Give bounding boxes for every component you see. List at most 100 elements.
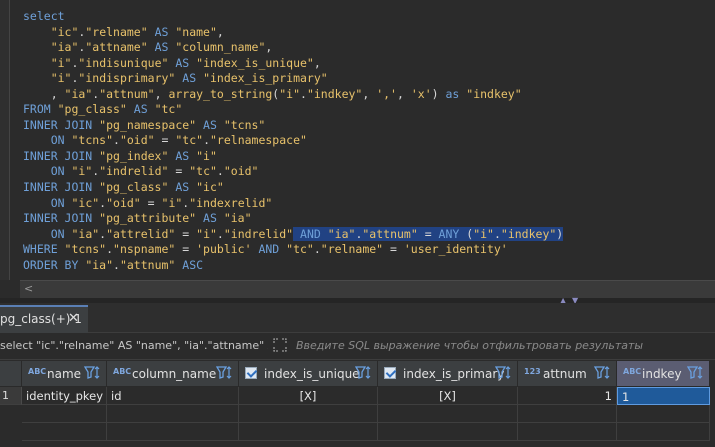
code-token: "indisprimary": [78, 71, 176, 86]
sql-editor[interactable]: select "ic"."relname" AS "name", "ia"."a…: [0, 0, 715, 280]
code-token: "oid": [106, 195, 141, 210]
empty-row: [0, 405, 715, 423]
close-icon[interactable]: ✕: [68, 311, 79, 326]
column-label: indkey: [642, 367, 682, 381]
code-line[interactable]: WHERE "tcns"."nspname" = 'public' AND "t…: [23, 242, 563, 258]
code-line[interactable]: INNER JOIN "pg_namespace" AS "tcns": [23, 118, 563, 134]
empty-row: [0, 423, 715, 441]
filter-bar: select "ic"."relname" AS "name", "ia"."a…: [0, 334, 715, 360]
code-token: "ia": [223, 211, 252, 226]
code-token: AS: [175, 71, 204, 86]
code-token: AND: [251, 242, 287, 257]
checkbox-type-icon: [245, 367, 257, 379]
code-token: "i": [279, 86, 301, 101]
code-line[interactable]: "ic"."relname" AS "name",: [23, 25, 563, 41]
table-cell[interactable]: [X]: [239, 387, 378, 405]
table-row[interactable]: 1 identity_pkey id [X] [X] 1 1: [0, 387, 715, 405]
code-line[interactable]: "i"."indisprimary" AS "index_is_primary": [23, 71, 563, 87]
code-line[interactable]: , "ia"."attnum", array_to_string("i"."in…: [23, 87, 563, 103]
code-token: "pg_attribute": [99, 211, 197, 226]
filter-sort-icon[interactable]: [215, 365, 234, 384]
code-token: =: [154, 133, 176, 148]
code-token: =: [417, 226, 439, 241]
column-label: attnum: [543, 367, 587, 381]
code-token: .: [106, 242, 114, 257]
code-token: "i": [196, 226, 217, 241]
code-token: FROM: [23, 102, 58, 117]
sql-code[interactable]: select "ic"."relname" AS "name", "ia"."a…: [23, 9, 564, 274]
code-token: ): [431, 86, 446, 101]
code-line[interactable]: ORDER BY "ia"."attnum" ASC: [23, 258, 563, 274]
code-line[interactable]: "ia"."attname" AS "column_name",: [23, 40, 563, 56]
code-token: =: [383, 242, 404, 257]
empty-cell: [617, 423, 710, 441]
empty-cell: [239, 423, 378, 441]
code-line[interactable]: FROM "pg_class" AS "tc": [23, 102, 563, 118]
code-token: "ia": [71, 226, 100, 241]
code-line[interactable]: ON "ia"."attrelid" = "i"."indrelid" AND …: [23, 226, 564, 243]
code-token: "attnum": [119, 257, 176, 272]
code-line[interactable]: INNER JOIN "pg_attribute" AS "ia": [23, 211, 563, 227]
code-token: AS: [168, 55, 197, 70]
results-grid[interactable]: ABC name ABC column_name index_is_unique inde…: [0, 361, 715, 447]
code-token: "index_is_primary": [203, 71, 328, 86]
tab-results[interactable]: pg_class(+) 1 ✕: [0, 305, 88, 333]
code-token: AS: [168, 180, 197, 195]
code-token: "pg_class": [57, 102, 127, 117]
row-number-header[interactable]: [0, 361, 22, 387]
code-line[interactable]: select: [23, 9, 563, 25]
code-token: ,: [396, 86, 411, 101]
table-cell[interactable]: identity_pkey: [22, 387, 107, 405]
column-header-attnum[interactable]: 123 attnum: [518, 361, 617, 387]
code-token: "relnamespace": [210, 133, 307, 148]
code-line[interactable]: ON "i"."indrelid" = "tc"."oid": [23, 164, 563, 180]
code-token: "i": [50, 71, 72, 86]
column-header-index-is-unique[interactable]: index_is_unique: [239, 361, 378, 387]
code-token: "ic": [196, 180, 224, 195]
editor-horizontal-scrollbar[interactable]: <: [20, 280, 715, 298]
code-token: ON: [23, 226, 72, 241]
filter-sort-icon[interactable]: [593, 365, 612, 384]
empty-cell: [378, 423, 518, 441]
code-token: 'user_identity': [403, 242, 508, 257]
column-header-name[interactable]: ABC name: [22, 361, 107, 387]
code-token: ,: [216, 24, 224, 39]
filter-input[interactable]: Введите SQL выражение чтобы отфильтроват…: [296, 339, 643, 352]
filter-sort-icon[interactable]: [494, 365, 513, 384]
table-cell[interactable]: [X]: [378, 387, 518, 405]
code-token: 'public': [196, 242, 252, 257]
code-line[interactable]: "i"."indisunique" AS "index_is_unique",: [23, 56, 563, 72]
number-type-icon: 123: [524, 367, 541, 376]
filter-sort-icon[interactable]: [686, 365, 705, 384]
code-line[interactable]: INNER JOIN "pg_index" AS "i": [23, 149, 563, 165]
expand-icon[interactable]: [272, 337, 290, 355]
code-token: INNER JOIN: [23, 117, 100, 132]
empty-cell: [22, 423, 107, 441]
code-token: "tcns": [64, 242, 107, 257]
code-token: "ia": [85, 257, 114, 272]
column-header-column-name[interactable]: ABC column_name: [107, 361, 239, 387]
code-token: "pg_namespace": [99, 117, 197, 132]
column-header-index-is-primary[interactable]: index_is_primary: [378, 361, 518, 387]
filter-sort-icon[interactable]: [83, 365, 102, 384]
code-token: "attnum": [99, 86, 155, 101]
code-line[interactable]: ON "tcns"."oid" = "tc"."relnamespace": [23, 133, 563, 149]
code-token: INNER JOIN: [23, 180, 100, 195]
code-token: "index_is_unique": [196, 55, 314, 70]
code-token: AS: [196, 117, 224, 132]
code-token: "indrelid": [99, 164, 169, 179]
table-cell[interactable]: id: [107, 387, 239, 405]
code-token: "ia": [50, 40, 79, 55]
table-cell[interactable]: 1: [617, 387, 710, 405]
filter-sort-icon[interactable]: [354, 365, 373, 384]
code-line[interactable]: INNER JOIN "pg_class" AS "ic": [23, 180, 563, 196]
code-token: =: [175, 226, 197, 241]
table-cell[interactable]: 1: [518, 387, 617, 405]
column-header-indkey[interactable]: ABC indkey: [617, 361, 710, 387]
code-token: "ia": [64, 86, 93, 101]
row-number[interactable]: 1: [0, 387, 22, 405]
code-token: "i": [50, 55, 72, 70]
scroll-left-icon[interactable]: <: [24, 282, 33, 295]
code-line[interactable]: ON "ic"."oid" = "i"."indexrelid": [23, 196, 563, 212]
